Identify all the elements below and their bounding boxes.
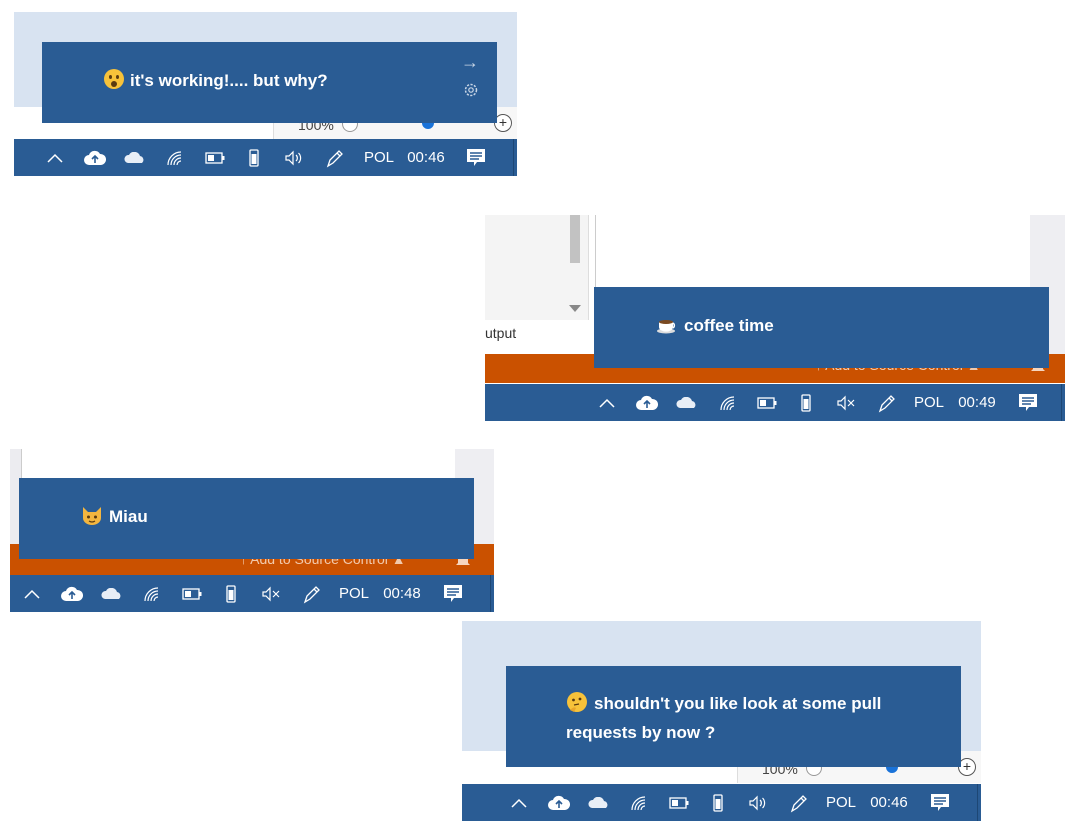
battery-icon[interactable] xyxy=(756,384,778,421)
notification-toast[interactable]: Miau xyxy=(19,478,474,559)
language-indicator[interactable]: POL xyxy=(826,784,856,821)
toast-text: Miau xyxy=(109,507,148,526)
language-indicator[interactable]: POL xyxy=(914,384,944,421)
toast-message: shouldn't you like look at some pull req… xyxy=(566,691,881,745)
toast-text: coffee time xyxy=(684,316,774,335)
onedrive-cloud-icon[interactable] xyxy=(675,384,699,421)
screenshot-4: 100% + shouldn't you like look at some p… xyxy=(462,621,981,821)
chevron-up-icon[interactable] xyxy=(509,784,529,821)
scroll-down-arrow[interactable] xyxy=(569,305,581,312)
language-indicator[interactable]: POL xyxy=(364,139,394,176)
pen-icon[interactable] xyxy=(324,139,346,176)
notification-toast[interactable]: shouldn't you like look at some pull req… xyxy=(506,666,961,767)
notification-toast[interactable]: coffee time xyxy=(594,287,1049,368)
battery-icon[interactable] xyxy=(668,784,690,821)
hot-beverage-emoji-icon xyxy=(656,316,678,341)
toast-text: it's working!.... but why? xyxy=(130,71,328,90)
onedrive-cloud-icon[interactable] xyxy=(587,784,611,821)
editor-main-pane xyxy=(21,449,456,479)
screenshot-3: ↑ Add to Source Control ▲ Miau POL 00:48 xyxy=(10,449,494,612)
chevron-up-icon[interactable] xyxy=(22,575,42,612)
toast-message: coffee time xyxy=(656,313,774,341)
screenshot-2: utput ↑ Add to Source Control ▲ coffee t… xyxy=(485,215,1065,421)
taskbar: POL 00:46 xyxy=(462,784,981,821)
wifi-icon[interactable] xyxy=(718,384,738,421)
scrollbar-thumb[interactable] xyxy=(570,215,580,263)
gear-icon[interactable] xyxy=(463,82,479,103)
action-center-icon[interactable] xyxy=(930,784,950,821)
action-center-icon[interactable] xyxy=(443,575,463,612)
taskbar: POL 00:46 xyxy=(14,139,517,176)
thinking-emoji-icon xyxy=(566,691,588,720)
clock[interactable]: 00:46 xyxy=(870,784,908,821)
toast-text-line1: shouldn't you like look at some pull xyxy=(594,694,882,713)
clock[interactable]: 00:49 xyxy=(958,384,996,421)
pen-icon[interactable] xyxy=(876,384,898,421)
speaker-icon[interactable] xyxy=(283,139,305,176)
pen-icon[interactable] xyxy=(301,575,323,612)
wifi-icon[interactable] xyxy=(629,784,649,821)
toast-text-line2: requests by now ? xyxy=(566,723,716,742)
wifi-icon[interactable] xyxy=(165,139,185,176)
toast-message: it's working!.... but why? xyxy=(104,68,328,93)
chevron-up-icon[interactable] xyxy=(45,139,65,176)
language-indicator[interactable]: POL xyxy=(339,575,369,612)
wifi-icon[interactable] xyxy=(142,575,162,612)
phone-icon[interactable] xyxy=(224,575,238,612)
cloud-upload-icon[interactable] xyxy=(83,139,107,176)
taskbar: POL 00:49 xyxy=(485,384,1065,421)
chevron-up-icon[interactable] xyxy=(597,384,617,421)
cloud-upload-icon[interactable] xyxy=(60,575,84,612)
speaker-icon[interactable] xyxy=(747,784,769,821)
battery-icon[interactable] xyxy=(204,139,226,176)
clock[interactable]: 00:46 xyxy=(407,139,445,176)
editor-main-pane xyxy=(595,215,1031,295)
onedrive-cloud-icon[interactable] xyxy=(123,139,147,176)
pen-icon[interactable] xyxy=(788,784,810,821)
speaker-muted-icon[interactable] xyxy=(835,384,857,421)
astonished-emoji-icon xyxy=(104,69,124,89)
phone-icon[interactable] xyxy=(711,784,725,821)
phone-icon[interactable] xyxy=(799,384,813,421)
output-tab-label[interactable]: utput xyxy=(485,325,516,341)
clock[interactable]: 00:48 xyxy=(383,575,421,612)
onedrive-cloud-icon[interactable] xyxy=(100,575,124,612)
arrow-right-icon[interactable]: → xyxy=(461,52,479,73)
taskbar: POL 00:48 xyxy=(10,575,494,612)
cloud-upload-icon[interactable] xyxy=(635,384,659,421)
cloud-upload-icon[interactable] xyxy=(547,784,571,821)
battery-icon[interactable] xyxy=(181,575,203,612)
screenshot-1: 100% + it's working!.... but why? → POL … xyxy=(14,12,517,176)
toast-message: Miau xyxy=(81,504,148,533)
speaker-muted-icon[interactable] xyxy=(260,575,282,612)
notification-toast[interactable]: it's working!.... but why? → xyxy=(42,42,497,123)
action-center-icon[interactable] xyxy=(466,139,486,176)
action-center-icon[interactable] xyxy=(1018,384,1038,421)
cat-face-emoji-icon xyxy=(81,506,103,533)
phone-icon[interactable] xyxy=(247,139,261,176)
